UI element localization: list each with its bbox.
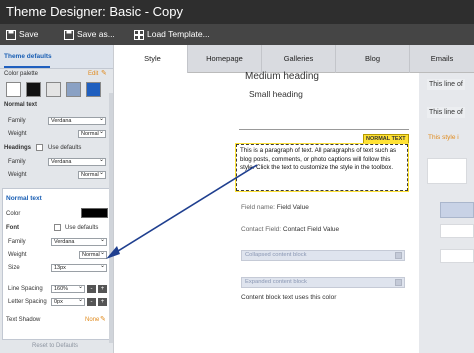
contact-field-row: Contact Field: Contact Field Value bbox=[241, 226, 339, 233]
letter-spacing-input[interactable]: 0px bbox=[51, 297, 85, 306]
color-label: Color bbox=[6, 211, 21, 217]
save-as-label: Save as... bbox=[77, 29, 115, 39]
panel-family-label: Family bbox=[8, 239, 26, 245]
letter-spacing-plus-button[interactable]: + bbox=[98, 298, 107, 306]
line-spacing-input[interactable]: 160% bbox=[51, 284, 85, 293]
tab-bar: Style Homepage Galleries Blog Emails bbox=[118, 45, 474, 73]
line-spacing-plus-button[interactable]: + bbox=[98, 285, 107, 293]
palette-swatch-2[interactable] bbox=[26, 82, 41, 97]
sidebar-scrollbar[interactable] bbox=[109, 93, 113, 343]
tab-blog[interactable]: Blog bbox=[336, 45, 410, 73]
floppy-disk-icon bbox=[6, 29, 16, 40]
contact-field-label: Contact Field: bbox=[241, 226, 282, 233]
font-use-defaults-checkbox[interactable] bbox=[54, 224, 61, 231]
panel-weight-label: Weight bbox=[8, 252, 27, 258]
medium-heading[interactable]: Medium heading bbox=[245, 71, 319, 82]
edit-palette-link[interactable]: Edit bbox=[88, 71, 98, 77]
headings-heading: Headings bbox=[4, 145, 32, 151]
font-label: Font bbox=[6, 225, 19, 231]
color-picker[interactable] bbox=[81, 208, 108, 218]
expanded-content-block[interactable]: Expanded content block bbox=[241, 277, 405, 288]
tab-emails[interactable]: Emails bbox=[410, 45, 474, 73]
family-select[interactable]: Verdana bbox=[48, 116, 106, 125]
letter-spacing-label: Letter Spacing bbox=[8, 299, 47, 305]
family-label: Family bbox=[8, 118, 26, 124]
field-value: Field Value bbox=[276, 204, 309, 211]
toolbox-sidebar: Theme defaults Color palette Edit ✎ Norm… bbox=[0, 45, 114, 353]
grid-icon bbox=[134, 29, 144, 40]
panel-size-select[interactable]: 13px bbox=[51, 263, 107, 272]
line-spacing-label: Line Spacing bbox=[8, 286, 43, 292]
palette-swatch-5[interactable] bbox=[86, 82, 101, 97]
tab-homepage[interactable]: Homepage bbox=[188, 45, 262, 73]
panel-title: Normal text bbox=[6, 195, 42, 202]
pencil-icon[interactable]: ✎ bbox=[100, 315, 106, 323]
window-title: Theme Designer: Basic - Copy bbox=[6, 4, 184, 19]
panel-size-label: Size bbox=[8, 265, 20, 271]
collapsed-block-label: Collapsed content block bbox=[245, 252, 307, 258]
tab-galleries[interactable]: Galleries bbox=[262, 45, 336, 73]
right-preview-input[interactable] bbox=[440, 224, 474, 238]
tab-style[interactable]: Style bbox=[118, 45, 188, 73]
weight-select[interactable]: Normal bbox=[78, 129, 106, 138]
pencil-icon[interactable]: ✎ bbox=[101, 70, 108, 77]
right-line-1[interactable]: This line of bbox=[427, 79, 465, 90]
content-block-text[interactable]: Content block text uses this color bbox=[241, 294, 336, 301]
toolbar: Save Save as... Load Template... bbox=[0, 24, 474, 45]
load-template-button[interactable]: Load Template... bbox=[134, 24, 210, 45]
headings-weight-label: Weight bbox=[8, 172, 27, 178]
right-line-2[interactable]: This line of bbox=[427, 107, 465, 118]
expanded-block-label: Expanded content block bbox=[245, 279, 307, 285]
field-name-row: Field name: Field Value bbox=[241, 204, 309, 211]
reset-to-defaults-link[interactable]: Reset to Defaults bbox=[32, 343, 78, 349]
right-preview-input-2[interactable] bbox=[440, 249, 474, 263]
right-preview-box-1 bbox=[427, 158, 467, 184]
save-as-button[interactable]: Save as... bbox=[64, 24, 115, 45]
load-template-label: Load Template... bbox=[147, 29, 210, 39]
title-bar: Theme Designer: Basic - Copy bbox=[0, 0, 474, 24]
paragraph-text[interactable]: This is a paragraph of text. All paragra… bbox=[236, 144, 408, 191]
text-shadow-label: Text Shadow bbox=[6, 317, 41, 323]
contact-field-value: Contact Field Value bbox=[282, 226, 340, 233]
headings-use-defaults-label: Use defaults bbox=[48, 145, 82, 151]
letter-spacing-minus-button[interactable]: - bbox=[87, 298, 96, 306]
text-shadow-value[interactable]: None bbox=[85, 317, 99, 323]
save-label: Save bbox=[19, 29, 39, 39]
field-name-label: Field name: bbox=[241, 204, 275, 211]
headings-family-label: Family bbox=[8, 159, 26, 165]
section-underline bbox=[4, 66, 50, 68]
expand-toggle-icon[interactable] bbox=[395, 252, 402, 259]
headings-family-select[interactable]: Verdana bbox=[48, 157, 106, 166]
right-style-text[interactable]: This style i bbox=[428, 134, 459, 141]
collapsed-content-block[interactable]: Collapsed content block bbox=[241, 250, 405, 261]
line-spacing-minus-button[interactable]: - bbox=[87, 285, 96, 293]
collapse-toggle-icon[interactable] bbox=[395, 279, 402, 286]
floppy-disk-icon bbox=[64, 29, 74, 40]
save-button[interactable]: Save bbox=[6, 24, 38, 45]
preview-area: Style Homepage Galleries Blog Emails Med… bbox=[118, 45, 474, 353]
theme-defaults-title: Theme defaults bbox=[4, 53, 52, 60]
normal-text-badge: NORMAL TEXT bbox=[363, 134, 409, 144]
palette-swatch-3[interactable] bbox=[46, 82, 61, 97]
font-use-defaults-label: Use defaults bbox=[65, 225, 99, 231]
palette-swatch-1[interactable] bbox=[6, 82, 21, 97]
right-preview-button[interactable] bbox=[440, 202, 474, 218]
panel-family-select[interactable]: Verdana bbox=[51, 237, 107, 246]
small-heading[interactable]: Small heading bbox=[249, 89, 303, 99]
normal-text-heading: Normal text bbox=[4, 102, 38, 108]
headings-weight-select[interactable]: Normal bbox=[78, 170, 106, 179]
normal-text-panel: Normal text Color Font Use defaults Fami… bbox=[2, 188, 111, 340]
panel-weight-select[interactable]: Normal bbox=[79, 250, 107, 259]
weight-label: Weight bbox=[8, 131, 27, 137]
divider bbox=[239, 129, 409, 130]
theme-defaults-header[interactable]: Theme defaults bbox=[0, 45, 113, 69]
palette-swatch-4[interactable] bbox=[66, 82, 81, 97]
headings-use-defaults-checkbox[interactable] bbox=[36, 144, 43, 151]
theme-designer-window: Theme Designer: Basic - Copy Save Save a… bbox=[0, 0, 474, 353]
color-palette-label: Color palette bbox=[4, 71, 39, 77]
